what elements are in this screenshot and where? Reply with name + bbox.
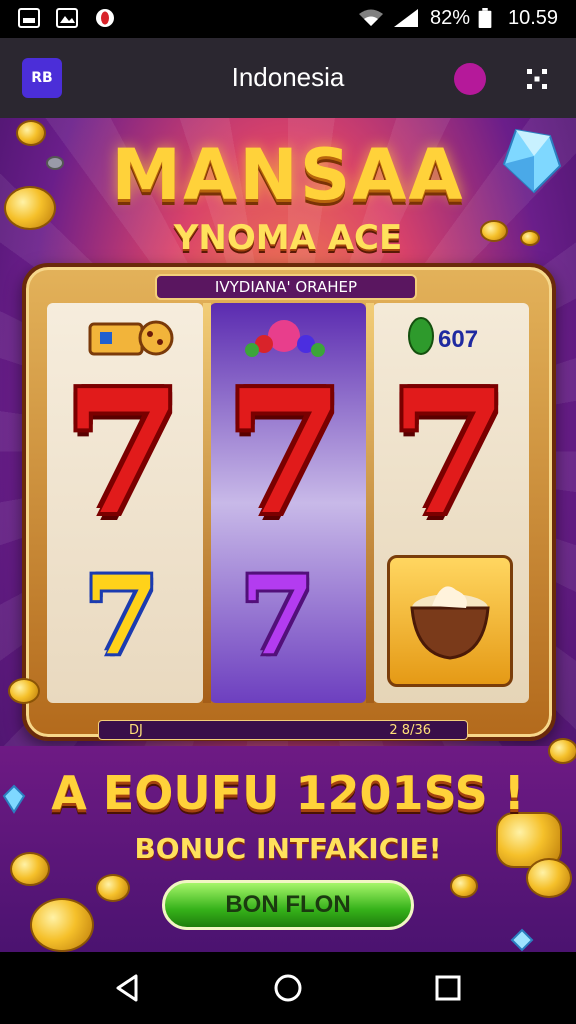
- seven-symbol: 7: [64, 353, 183, 553]
- app-title: Indonesia: [231, 62, 345, 92]
- coin-icon: [548, 738, 576, 764]
- close-icon[interactable]: [524, 66, 550, 92]
- game-title: MANSAA: [111, 134, 465, 216]
- home-icon[interactable]: [272, 972, 304, 1004]
- profile-dot[interactable]: [454, 63, 486, 95]
- battery-icon: [478, 8, 492, 28]
- reel-top-label: 607: [438, 326, 479, 353]
- app-bar: RB Indonesia: [0, 38, 576, 118]
- status-bar: 82% 10.59: [0, 0, 576, 38]
- strip-left-text: DJ: [129, 723, 143, 738]
- app-logo[interactable]: RB: [22, 58, 62, 98]
- signal-icon: [394, 9, 418, 27]
- promo-subtitle: BONUC INTFAKICIE!: [134, 832, 442, 865]
- coin-icon: [30, 898, 94, 952]
- seven-symbol-purple: 7: [240, 553, 316, 679]
- opera-icon: [96, 9, 114, 27]
- strip-right-text: 2 8/36: [389, 723, 431, 738]
- recents-icon[interactable]: [432, 972, 464, 1004]
- leaf-icon: [408, 317, 434, 355]
- game-canvas[interactable]: MANSAA YNOMA ACE IVYDIANA' ORAHEP 607 7 …: [0, 118, 576, 952]
- cup-icon: [410, 586, 490, 660]
- bonus-play-button[interactable]: BON FLON: [162, 880, 414, 930]
- coin-icon: [450, 874, 478, 898]
- info-strip: DJ 2 8/36: [98, 720, 468, 740]
- seven-symbol: 7: [226, 353, 345, 553]
- seven-symbol-yellow: 7: [84, 553, 160, 679]
- wifi-icon: [359, 9, 383, 26]
- promo-title: A EOUFU 1201SS !: [51, 766, 525, 820]
- reel-divider: [203, 303, 211, 703]
- photo-icon: [56, 8, 78, 28]
- coin-icon: [96, 874, 130, 902]
- battery-percent: 82%: [430, 7, 471, 29]
- navigation-bar: [0, 952, 576, 1024]
- back-icon[interactable]: [112, 972, 144, 1004]
- coin-icon: [8, 678, 40, 704]
- clock: 10.59: [508, 7, 559, 29]
- reel-divider: [366, 303, 374, 703]
- gem-icon: [510, 928, 534, 952]
- image-icon: [18, 8, 40, 28]
- seven-symbol: 7: [390, 353, 509, 553]
- game-subtitle: YNOMA ACE: [173, 218, 403, 258]
- frame-banner: IVYDIANA' ORAHEP: [155, 274, 417, 300]
